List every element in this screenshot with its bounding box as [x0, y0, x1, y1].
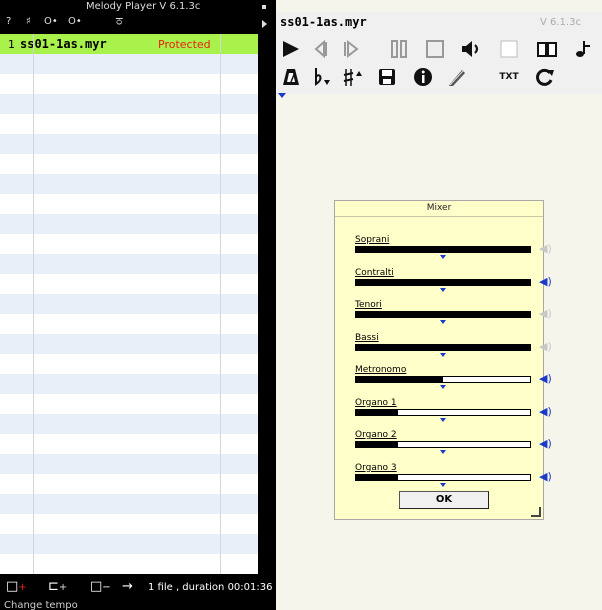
info-icon[interactable]	[412, 66, 434, 88]
song-title-bar: ss01-1as.myr V 6.1.3c	[276, 12, 602, 34]
channel-volume-slider[interactable]	[355, 376, 531, 383]
channel-volume-slider[interactable]	[355, 473, 531, 481]
speaker-icon[interactable]: ◀)	[539, 405, 552, 418]
arrow-right-icon[interactable]: →	[122, 580, 133, 594]
balance-knob-icon[interactable]	[440, 417, 446, 422]
channel-volume-slider[interactable]	[355, 311, 531, 318]
balance-knob-icon[interactable]	[440, 352, 446, 357]
mixer-title-divider	[335, 216, 543, 217]
volume-icon[interactable]	[460, 38, 482, 60]
mixer-channel: Tenori ◀)	[355, 300, 552, 330]
playlist-footer: □+ ⊏+ □− → 1 file , duration 00:01:36 Ch…	[0, 574, 274, 610]
mixer-channel: Metronomo ◀)	[355, 365, 552, 395]
mixer-dialog: Mixer Soprani ◀) Contralti ◀) Tenori ◀) Bassi ◀…	[334, 200, 552, 520]
note-icon[interactable]	[572, 38, 594, 60]
speaker-muted-icon[interactable]: ◀)	[539, 340, 552, 353]
speaker-muted-icon[interactable]: ◀)	[539, 308, 552, 320]
channel-volume-fill	[356, 344, 530, 350]
sharp-icon[interactable]: ♯	[26, 16, 31, 28]
mixer-channel: Organo 2 ◀)	[355, 430, 552, 460]
channel-label: Metronomo	[355, 365, 407, 375]
play-icon[interactable]	[280, 38, 302, 60]
playlist-scrollbar[interactable]	[258, 34, 274, 574]
stop-icon[interactable]	[424, 38, 446, 60]
balance-knob-icon[interactable]	[440, 482, 446, 487]
channel-label: Organo 1	[355, 397, 397, 408]
mixer-channel: Contralti ◀)	[355, 267, 552, 298]
balance-knob-icon[interactable]	[440, 287, 446, 292]
channel-volume-slider[interactable]	[355, 408, 531, 416]
mixer-channel: Bassi ◀)	[355, 332, 552, 363]
column-divider	[33, 34, 34, 574]
playlist-panel: ? ♯ O• O• ਠ Melody Player V 6.1.3c 1 ss01…	[0, 0, 274, 610]
channel-volume-fill	[356, 409, 398, 415]
save-icon[interactable]	[376, 66, 398, 88]
key-icon[interactable]: O•	[68, 16, 82, 28]
file-info: 1 file , duration 00:01:36	[148, 582, 273, 593]
balance-knob-icon[interactable]	[440, 320, 446, 324]
speaker-icon[interactable]: ◀)	[539, 373, 552, 385]
help-icon[interactable]: ?	[6, 16, 11, 28]
minimize-icon[interactable]	[262, 5, 266, 9]
add-folder-icon[interactable]: ⊏+	[48, 580, 67, 595]
channel-label: Organo 3	[355, 462, 397, 473]
channel-volume-fill	[356, 474, 398, 480]
mixer-channel: Soprani ◀)	[355, 235, 552, 265]
channel-volume-fill	[356, 247, 530, 252]
add-file-icon[interactable]: □+	[6, 580, 27, 595]
refresh-icon[interactable]	[534, 66, 556, 88]
dropdown-arrow-icon[interactable]	[278, 93, 286, 98]
mixer-channel: Organo 3 ◀)	[355, 462, 552, 493]
column-divider	[220, 34, 221, 574]
text-icon[interactable]: TXT	[498, 66, 520, 88]
speaker-muted-icon[interactable]: ◀)	[539, 243, 552, 255]
remove-file-icon[interactable]: □−	[90, 580, 111, 595]
channel-volume-fill	[356, 279, 530, 285]
channel-label: Organo 2	[355, 430, 397, 440]
song-title: ss01-1as.myr	[280, 15, 367, 29]
pause-icon[interactable]	[388, 38, 410, 60]
balance-knob-icon[interactable]	[440, 450, 446, 454]
channel-label: Bassi	[355, 332, 379, 343]
channel-label: Soprani	[355, 235, 390, 245]
protected-badge: Protected	[158, 38, 211, 51]
next-icon[interactable]	[340, 38, 362, 60]
mixer-title: Mixer	[426, 203, 452, 213]
speaker-icon[interactable]: ◀)	[539, 438, 552, 450]
ok-button[interactable]: OK	[399, 491, 489, 509]
toolbar: TXT	[276, 34, 602, 94]
key-icon[interactable]: O•	[44, 16, 58, 28]
player-area: ss01-1as.myr V 6.1.3c TXT Mixer Soprani ◀…	[276, 0, 602, 610]
playlist-header: ? ♯ O• O• ਠ Melody Player V 6.1.3c	[0, 0, 274, 34]
channel-label: Tenori	[355, 300, 382, 310]
app-title: Melody Player V 6.1.3c	[86, 1, 201, 12]
book-icon[interactable]	[536, 38, 558, 60]
transpose-up-icon[interactable]	[342, 66, 364, 88]
channel-volume-slider[interactable]	[355, 343, 531, 351]
channel-label: Contralti	[355, 267, 394, 278]
speaker-icon[interactable]: ◀)	[539, 275, 552, 288]
channel-volume-fill	[356, 377, 443, 382]
glasses-icon[interactable]: ਠ	[116, 16, 123, 28]
status-text: Change tempo	[4, 600, 78, 610]
track-number: 1	[8, 38, 15, 51]
channel-volume-slider[interactable]	[355, 441, 531, 448]
channel-volume-fill	[356, 442, 398, 447]
transpose-down-icon[interactable]	[310, 66, 332, 88]
balance-knob-icon[interactable]	[440, 255, 446, 259]
channel-volume-fill	[356, 312, 530, 317]
balance-knob-icon[interactable]	[440, 385, 446, 389]
speaker-icon[interactable]: ◀)	[539, 470, 552, 483]
mixer-channel: Organo 1 ◀)	[355, 397, 552, 428]
blank-icon[interactable]	[498, 38, 520, 60]
channel-volume-slider[interactable]	[355, 278, 531, 286]
expand-arrow-icon[interactable]	[262, 20, 267, 28]
version-label: V 6.1.3c	[540, 17, 581, 28]
previous-icon[interactable]	[310, 38, 332, 60]
metronome-icon[interactable]	[280, 66, 302, 88]
pen-icon[interactable]	[446, 66, 468, 88]
resize-grip[interactable]	[531, 507, 541, 517]
channel-volume-slider[interactable]	[355, 246, 531, 253]
